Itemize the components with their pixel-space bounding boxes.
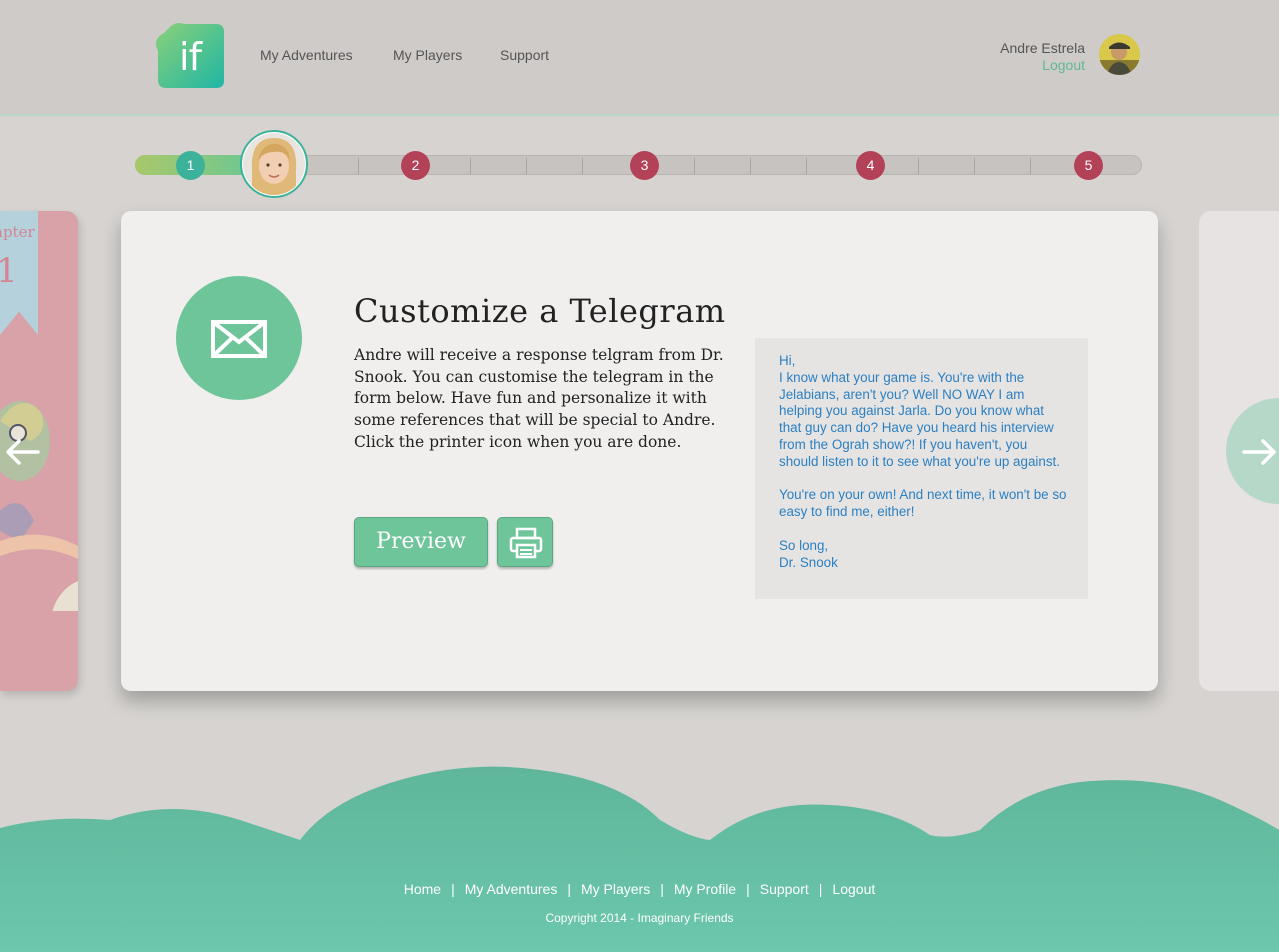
nav-my-players[interactable]: My Players [393, 47, 462, 63]
logo[interactable]: if [156, 21, 224, 88]
telegram-text-area[interactable]: Hi, I know what your game is. You're wit… [755, 338, 1088, 599]
copyright: Copyright 2014 - Imaginary Friends [545, 911, 734, 925]
footer-link-my-adventures[interactable]: My Adventures [465, 881, 558, 897]
step-5[interactable]: 5 [1074, 151, 1103, 180]
page-title: Customize a Telegram [354, 292, 726, 330]
progress-tick [694, 158, 695, 174]
player-avatar[interactable] [240, 130, 308, 198]
activity-description: Andre will receive a response telgram fr… [354, 346, 724, 451]
envelope-icon [211, 320, 267, 358]
progress-tick [358, 158, 359, 174]
footer-link-my-profile[interactable]: My Profile [674, 881, 736, 897]
logout-link[interactable]: Logout [1042, 57, 1085, 73]
step-2[interactable]: 2 [401, 151, 430, 180]
step-3[interactable]: 3 [630, 151, 659, 180]
print-button[interactable] [497, 517, 553, 567]
next-arrow-icon[interactable] [1242, 437, 1278, 467]
progress-tick [918, 158, 919, 174]
chapter-label: apter [0, 223, 35, 241]
previous-arrow-icon[interactable] [4, 437, 40, 467]
user-avatar[interactable] [1099, 34, 1140, 75]
footer-nav: Home | My Adventures | My Players | My Profile… [0, 881, 1279, 897]
footer-separator: | [746, 881, 750, 897]
chapter-number: 1 [0, 251, 18, 291]
footer-link-my-players[interactable]: My Players [581, 881, 650, 897]
progress-tick [806, 158, 807, 174]
step-1[interactable]: 1 [176, 151, 205, 180]
chapter-illustration [0, 401, 78, 611]
progress-tick [470, 158, 471, 174]
nav-support[interactable]: Support [500, 47, 549, 63]
logo-text: if [179, 35, 202, 79]
footer-separator: | [818, 881, 823, 897]
progress-tick [750, 158, 751, 174]
footer-separator: | [660, 881, 664, 897]
footer-link-support[interactable]: Support [760, 881, 809, 897]
user-name: Andre Estrela [1000, 40, 1085, 56]
footer-link-home[interactable]: Home [404, 881, 441, 897]
footer-link-logout[interactable]: Logout [832, 881, 875, 897]
step-4[interactable]: 4 [856, 151, 885, 180]
footer-separator: | [451, 881, 455, 897]
progress-tick [974, 158, 975, 174]
footer-separator: | [567, 881, 571, 897]
nav-my-adventures[interactable]: My Adventures [260, 47, 353, 63]
preview-button[interactable]: Preview [354, 517, 488, 567]
telegram-paragraph: You're on your own! And next time, it wo… [779, 487, 1067, 520]
progress-tick [582, 158, 583, 174]
telegram-paragraph: Hi, I know what your game is. You're wit… [779, 353, 1060, 469]
progress-tick [526, 158, 527, 174]
progress-tick [1030, 158, 1031, 174]
printer-icon [509, 527, 543, 559]
telegram-paragraph: So long, Dr. Snook [779, 537, 838, 570]
